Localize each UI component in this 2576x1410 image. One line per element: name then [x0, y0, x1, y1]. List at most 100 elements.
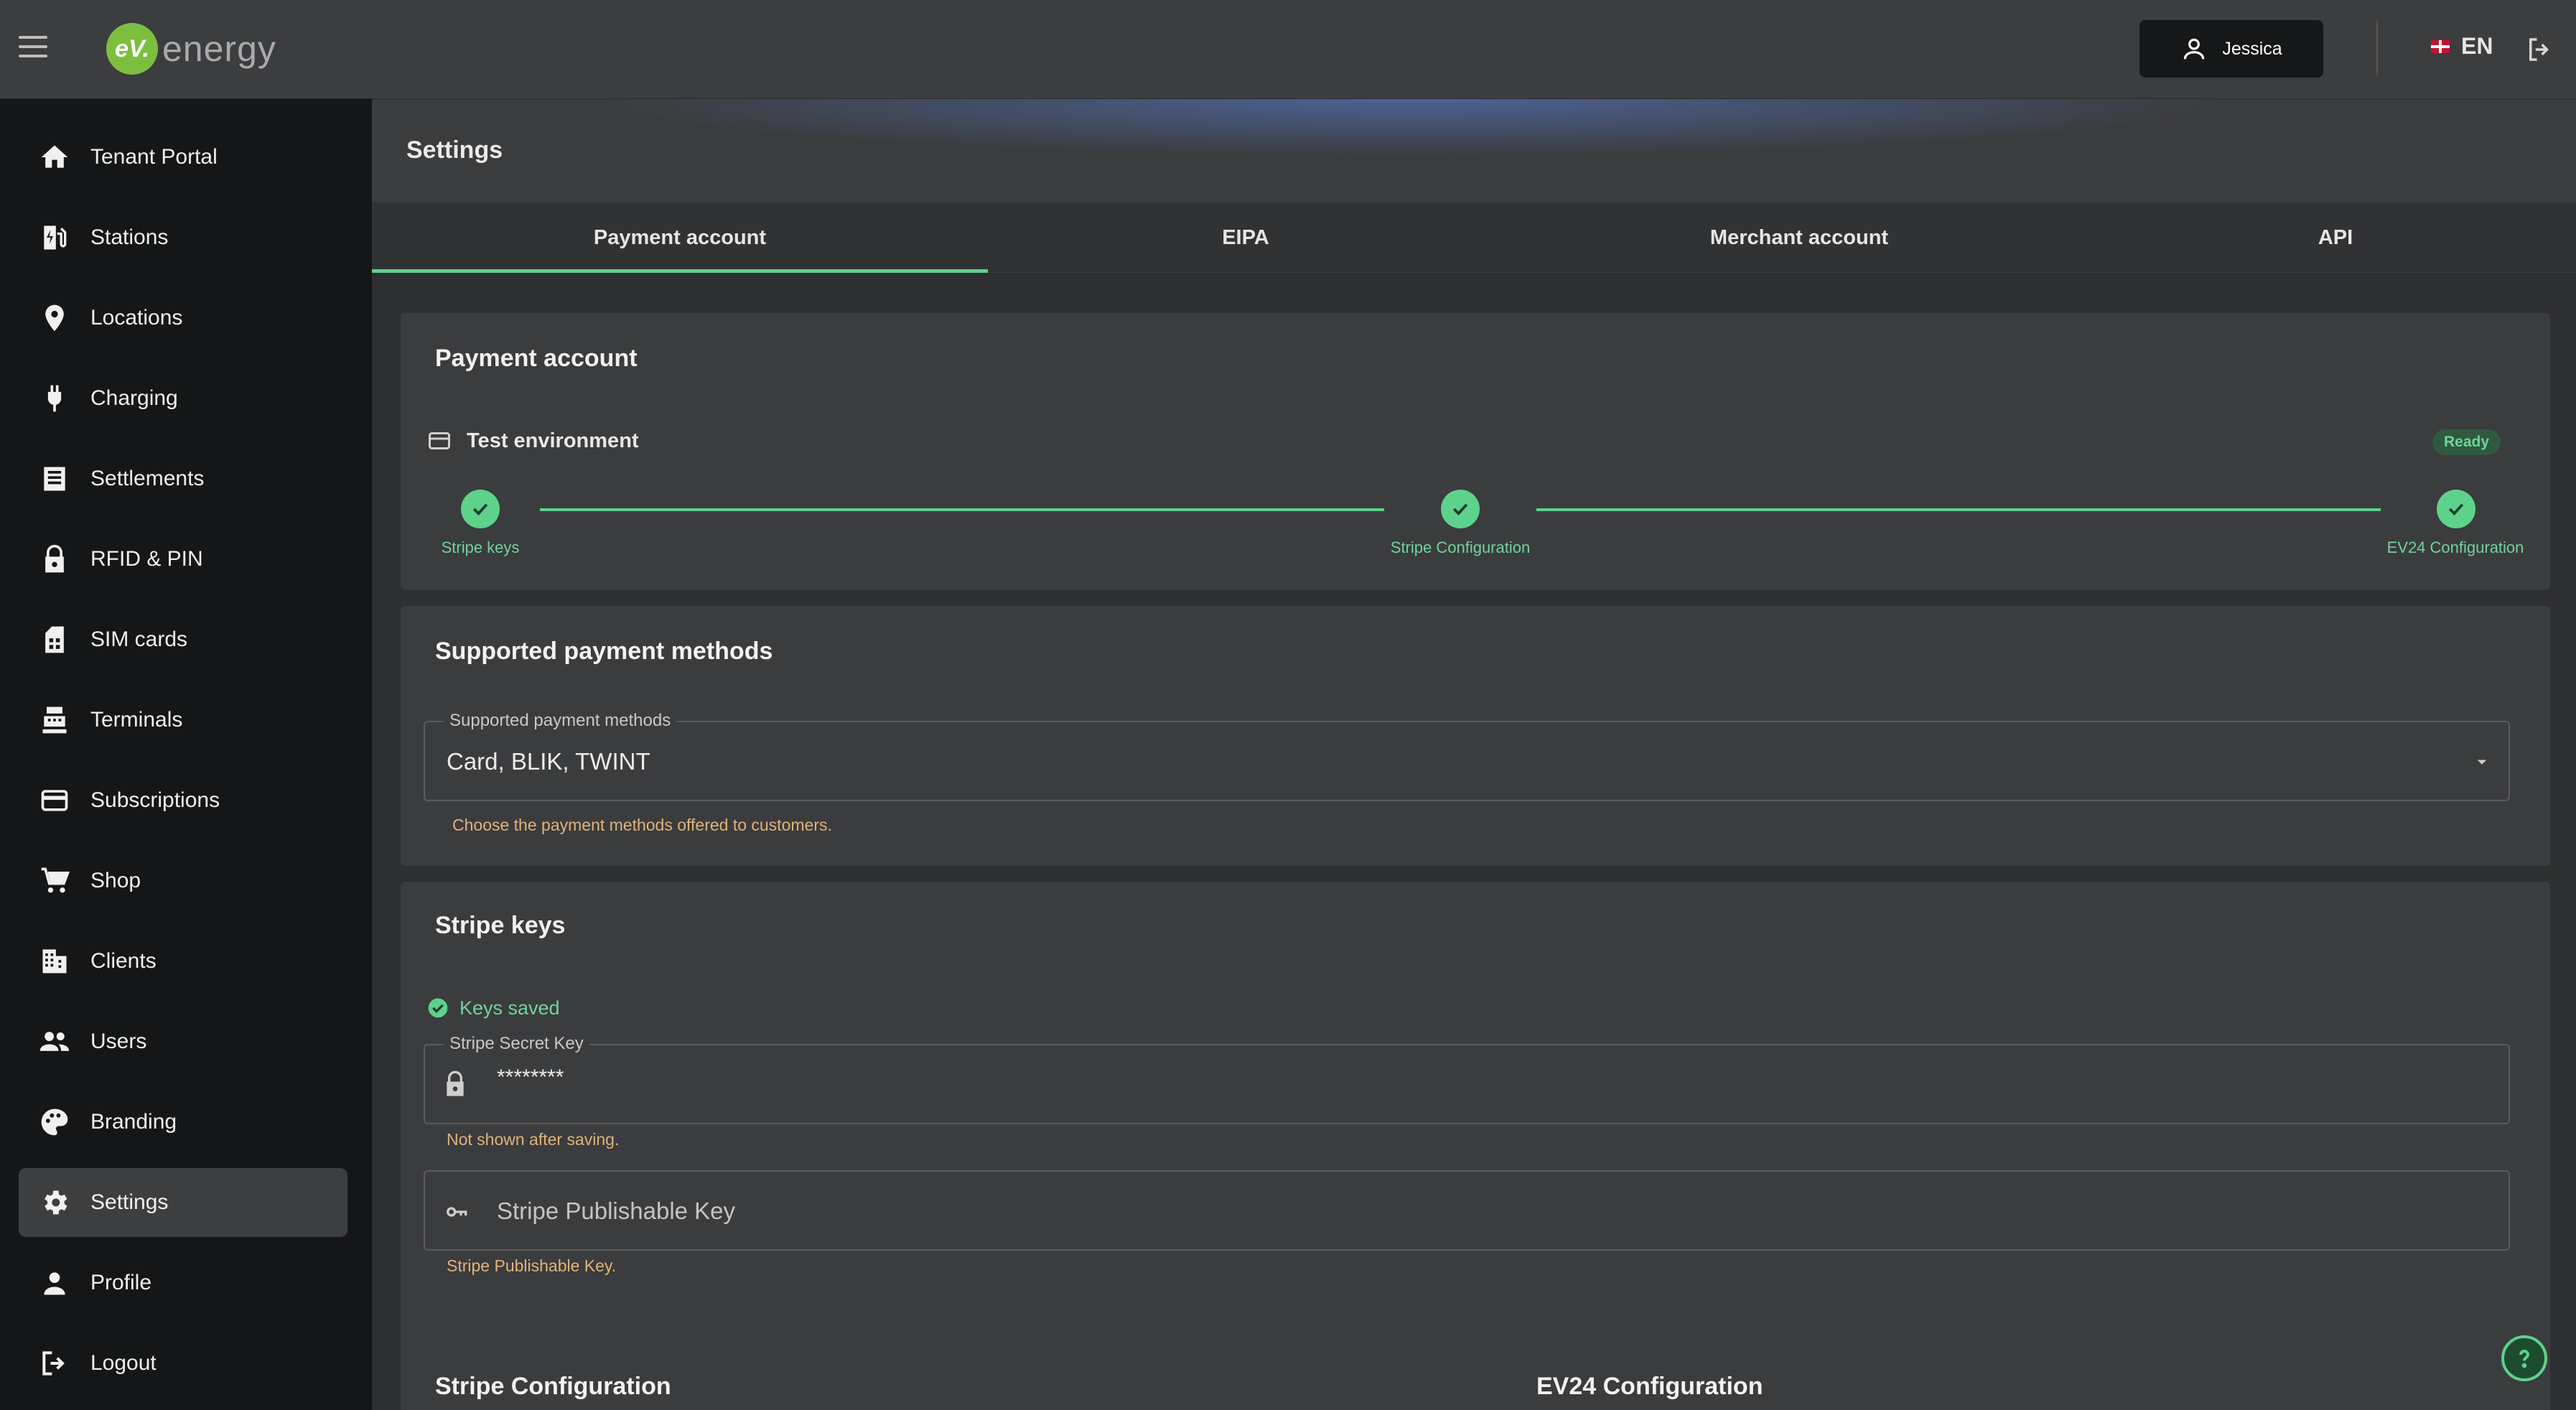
sidebar-item-shop[interactable]: Shop — [19, 846, 347, 915]
payment-methods-card: Supported payment methods Supported paym… — [401, 606, 2550, 866]
helper-text: Choose the payment methods offered to cu… — [452, 816, 832, 834]
status-badge: Ready — [2432, 429, 2501, 455]
terminal-icon — [19, 704, 90, 736]
ev-station-icon — [19, 222, 90, 253]
question-icon — [2519, 1350, 2530, 1368]
credit-card-icon — [19, 785, 90, 816]
lock-icon — [447, 1070, 464, 1096]
main-content: Settings Payment account EIPA Merchant a… — [372, 99, 2576, 1410]
home-icon — [19, 141, 90, 173]
sidebar-item-locations[interactable]: Locations — [19, 284, 347, 352]
tab-payment-account[interactable]: Payment account — [372, 202, 988, 273]
tab-eipa[interactable]: EIPA — [988, 202, 1503, 273]
sidebar-item-logout[interactable]: Logout — [19, 1329, 347, 1398]
logo-text: energy — [162, 29, 276, 69]
environment-label: Test environment — [467, 429, 639, 452]
helper-text: Stripe Publishable Key. — [447, 1256, 617, 1275]
payment-account-card: Payment account Test environment Ready S… — [401, 313, 2550, 590]
sidebar-item-label: Charging — [90, 386, 178, 410]
sidebar-item-charging[interactable]: Charging — [19, 364, 347, 433]
stepper-connector — [1536, 508, 2381, 511]
sidebar-item-label: Locations — [90, 306, 183, 330]
step-ev24-configuration[interactable] — [2437, 490, 2475, 528]
sidebar: Tenant Portal Stations Locations Chargin… — [0, 99, 372, 1410]
select-value: Card, BLIK, TWINT — [447, 748, 650, 775]
language-selector[interactable]: EN — [2431, 33, 2493, 60]
sidebar-item-label: Users — [90, 1030, 147, 1053]
header-glow — [587, 99, 2239, 157]
sidebar-item-branding[interactable]: Branding — [19, 1088, 347, 1157]
sidebar-item-sim-cards[interactable]: SIM cards — [19, 605, 347, 674]
sidebar-item-rfid-pin[interactable]: RFID & PIN — [19, 525, 347, 594]
card-title: Supported payment methods — [435, 638, 773, 665]
key-icon — [447, 1207, 467, 1217]
field-label: Stripe Secret Key — [444, 1034, 589, 1054]
sidebar-item-users[interactable]: Users — [19, 1007, 347, 1076]
brand-logo[interactable]: eV. energy — [106, 23, 276, 75]
check-circle-icon — [428, 998, 448, 1018]
stripe-configuration-card: Stripe Configuration — [401, 1344, 1450, 1410]
sidebar-item-clients[interactable]: Clients — [19, 927, 347, 996]
stepper-connector — [540, 508, 1384, 511]
sim-card-icon — [19, 624, 90, 655]
card-title: Stripe Configuration — [435, 1373, 671, 1400]
tab-api[interactable]: API — [2095, 202, 2576, 273]
stripe-secret-key-field[interactable]: Stripe Secret Key ******** — [424, 1034, 2510, 1124]
sidebar-item-label: Shop — [90, 869, 141, 892]
settings-tabs: Payment account EIPA Merchant account AP… — [372, 202, 2576, 273]
person-icon — [19, 1267, 90, 1299]
sidebar-item-label: Clients — [90, 949, 157, 973]
secret-key-value: ******** — [497, 1065, 564, 1089]
check-icon — [1452, 503, 1468, 515]
step-label: EV24 Configuration — [2386, 538, 2524, 556]
step-label: Stripe keys — [441, 538, 520, 556]
stripe-publishable-key-field[interactable]: Stripe Publishable Key — [424, 1170, 2510, 1251]
step-stripe-configuration[interactable] — [1441, 490, 1480, 528]
sidebar-item-profile[interactable]: Profile — [19, 1248, 347, 1317]
gear-icon — [19, 1187, 90, 1218]
tab-merchant-account[interactable]: Merchant account — [1503, 202, 2095, 273]
menu-icon[interactable] — [19, 36, 47, 60]
card-title: Stripe keys — [435, 912, 566, 939]
environment-row: Test environment — [426, 428, 639, 454]
card-title: EV24 Configuration — [1536, 1373, 1763, 1400]
ev24-configuration-card: EV24 Configuration — [1502, 1344, 2550, 1410]
sidebar-item-label: Logout — [90, 1351, 157, 1375]
payment-methods-select[interactable]: Supported payment methods Card, BLIK, TW… — [424, 711, 2510, 801]
user-menu-button[interactable]: Jessica — [2139, 20, 2323, 78]
receipt-icon — [19, 463, 90, 495]
language-code: EN — [2461, 33, 2493, 59]
logout-icon — [19, 1348, 90, 1379]
check-icon — [472, 503, 488, 515]
page-header: Settings — [372, 99, 2576, 202]
sidebar-item-label: Terminals — [90, 708, 183, 732]
people-icon — [19, 1026, 90, 1058]
palette-icon — [19, 1106, 90, 1138]
stripe-keys-card: Stripe keys Keys saved Stripe Secret Key… — [401, 882, 2550, 1410]
help-button[interactable] — [2501, 1335, 2547, 1381]
card-icon — [429, 432, 450, 449]
publishable-key-placeholder: Stripe Publishable Key — [497, 1197, 736, 1224]
user-icon — [2184, 38, 2205, 60]
logout-icon[interactable] — [2524, 34, 2554, 68]
sidebar-item-tenant-portal[interactable]: Tenant Portal — [19, 123, 347, 192]
sidebar-item-label: RFID & PIN — [90, 547, 203, 571]
check-icon — [2448, 503, 2464, 515]
sidebar-item-settlements[interactable]: Settlements — [19, 444, 347, 513]
step-stripe-keys[interactable] — [461, 490, 500, 528]
sidebar-item-label: SIM cards — [90, 627, 188, 651]
sidebar-item-label: Tenant Portal — [90, 145, 218, 169]
sidebar-item-settings[interactable]: Settings — [19, 1168, 347, 1237]
dropdown-arrow-icon — [2477, 760, 2487, 765]
plug-icon — [19, 383, 90, 414]
keys-saved-label: Keys saved — [459, 996, 560, 1019]
sidebar-item-subscriptions[interactable]: Subscriptions — [19, 766, 347, 835]
sidebar-item-label: Settlements — [90, 467, 205, 490]
card-title: Payment account — [435, 345, 638, 372]
sidebar-item-stations[interactable]: Stations — [19, 203, 347, 272]
sidebar-item-terminals[interactable]: Terminals — [19, 686, 347, 755]
building-icon — [19, 946, 90, 977]
page-title: Settings — [406, 136, 503, 164]
topbar-divider — [2376, 20, 2378, 76]
top-bar: eV. energy Jessica EN — [0, 0, 2576, 99]
